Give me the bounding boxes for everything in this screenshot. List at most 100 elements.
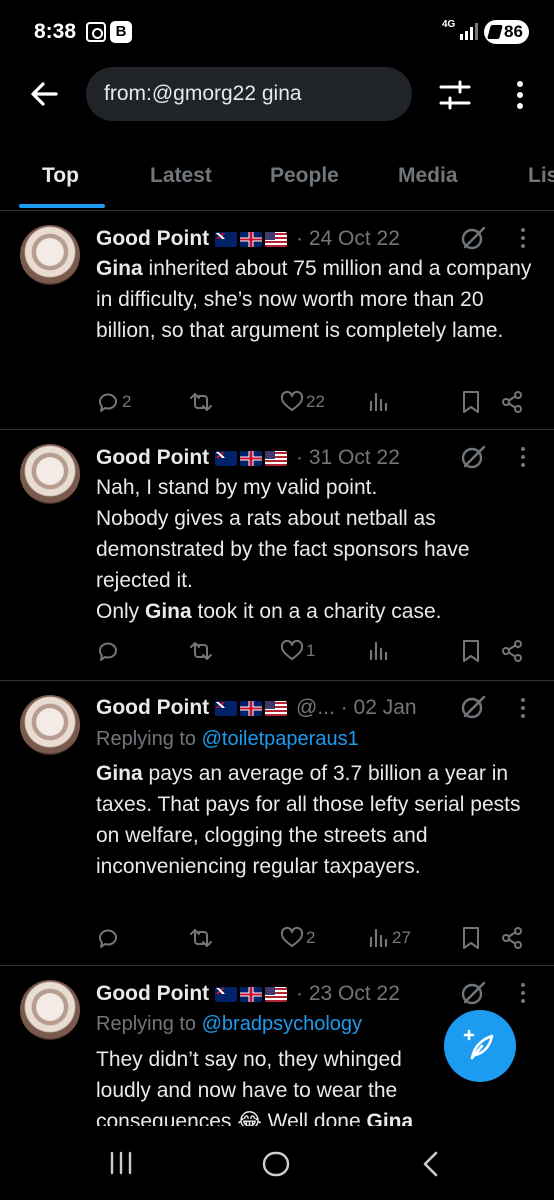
retweet-icon (190, 929, 212, 947)
home-icon[interactable] (262, 1150, 290, 1178)
tweet-header: Good Point @... · 02 Jan (96, 696, 417, 720)
separator-dot: · (296, 446, 303, 469)
replying-label: Replying to (96, 728, 197, 750)
screenshot-icon (86, 22, 106, 42)
tweet[interactable]: Good Point · 31 Oct 22 Nah, I stand by m… (0, 430, 554, 680)
more-icon[interactable] (516, 225, 530, 251)
views-button[interactable] (368, 387, 390, 417)
mention-link[interactable]: @toiletpaperaus1 (202, 728, 359, 750)
flag-emojis (215, 227, 290, 251)
active-tab-indicator (19, 204, 105, 208)
tweet-date[interactable]: 24 Oct 22 (309, 227, 400, 250)
status-time: 8:38 (34, 20, 77, 43)
tab-lists[interactable]: Lis (528, 164, 554, 188)
compose-button[interactable] (444, 1010, 516, 1082)
view-count: 27 (392, 928, 411, 947)
reply-button[interactable] (96, 636, 120, 666)
reply-count: 2 (122, 392, 132, 411)
like-button[interactable]: 2 (280, 923, 315, 953)
avatar[interactable] (20, 695, 80, 755)
back-arrow-icon[interactable] (28, 78, 60, 110)
grok-icon[interactable] (460, 694, 486, 720)
views-button[interactable]: 27 (368, 923, 411, 953)
avatar[interactable] (20, 225, 80, 285)
bookmark-icon[interactable] (460, 390, 482, 414)
grok-icon[interactable] (460, 225, 486, 251)
tweet-actions: 2 22 (0, 387, 554, 417)
tweet-header: Good Point · 24 Oct 22 (96, 227, 400, 251)
tweet[interactable]: Good Point · 24 Oct 22 Gina inherited ab… (0, 211, 554, 429)
more-icon[interactable] (516, 444, 530, 470)
replying-to: Replying to @bradpsychology (96, 1013, 362, 1036)
tweet-text: They didn’t say no, they whinged loudly … (96, 1048, 414, 1126)
grok-icon[interactable] (460, 980, 486, 1006)
replying-to: Replying to @toiletpaperaus1 (96, 728, 359, 751)
author-name[interactable]: Good Point (96, 696, 209, 719)
like-count: 1 (306, 641, 316, 660)
like-icon (280, 639, 304, 660)
avatar[interactable] (20, 980, 80, 1040)
share-icon[interactable] (500, 926, 524, 950)
grok-icon[interactable] (460, 444, 486, 470)
reply-button[interactable]: 2 (96, 387, 131, 417)
flag-emojis (215, 982, 290, 1006)
more-vertical-icon[interactable] (508, 78, 532, 112)
separator-dot: · (296, 982, 303, 1005)
b-app-icon: B (110, 21, 132, 43)
tweet-actions: 1 (0, 636, 554, 666)
author-name[interactable]: Good Point (96, 227, 209, 250)
bookmark-icon[interactable] (460, 639, 482, 663)
tweet-header: Good Point · 31 Oct 22 (96, 446, 400, 470)
tweet-date[interactable]: 23 Oct 22 (309, 982, 400, 1005)
mention-link[interactable]: @bradpsychology (202, 1013, 362, 1035)
tweet-actions: 2 27 (0, 923, 554, 953)
views-button[interactable] (368, 636, 390, 666)
flag-emojis (215, 696, 290, 720)
retweet-icon (190, 642, 212, 660)
share-icon[interactable] (500, 639, 524, 663)
search-input[interactable]: from:@gmorg22 gina (86, 67, 412, 121)
search-tabs: Top Latest People Media Lis (0, 150, 554, 210)
tab-media[interactable]: Media (398, 164, 458, 188)
tab-top[interactable]: Top (42, 164, 79, 188)
status-bar: 8:38 B 4G 86 (0, 0, 554, 66)
tweet-text: Gina pays an average of 3.7 billion a ye… (96, 762, 521, 878)
like-icon (280, 390, 304, 411)
reply-button[interactable] (96, 923, 120, 953)
separator-dot: · (340, 696, 348, 719)
network-type: 4G (442, 19, 456, 30)
avatar[interactable] (20, 444, 80, 504)
tweet-text: Gina inherited about 75 million and a co… (96, 257, 532, 342)
like-button[interactable]: 1 (280, 636, 315, 666)
retweet-icon (190, 393, 212, 411)
more-icon[interactable] (516, 980, 530, 1006)
tweet-header: Good Point · 23 Oct 22 (96, 982, 400, 1006)
views-icon (369, 641, 388, 661)
tab-people[interactable]: People (270, 164, 339, 188)
filter-icon[interactable] (438, 78, 472, 112)
views-icon (369, 392, 388, 412)
like-icon (280, 926, 304, 947)
share-icon[interactable] (500, 390, 524, 414)
author-name[interactable]: Good Point (96, 982, 209, 1005)
battery-indicator: 86 (484, 20, 529, 44)
author-name[interactable]: Good Point (96, 446, 209, 469)
tweet-date[interactable]: 31 Oct 22 (309, 446, 400, 469)
separator-dot: · (296, 227, 303, 250)
back-icon[interactable] (420, 1150, 442, 1178)
bookmark-icon[interactable] (460, 926, 482, 950)
like-count: 22 (306, 392, 325, 411)
retweet-button[interactable] (188, 387, 214, 417)
replying-label: Replying to (96, 1013, 197, 1035)
signal-icon (460, 23, 478, 40)
author-handle[interactable]: @... (296, 696, 335, 719)
retweet-button[interactable] (188, 923, 214, 953)
tweet[interactable]: Good Point @... · 02 Jan Replying to @to… (0, 681, 554, 965)
reply-icon (98, 393, 117, 412)
like-button[interactable]: 22 (280, 387, 325, 417)
recents-icon[interactable] (108, 1150, 134, 1176)
tab-latest[interactable]: Latest (150, 164, 212, 188)
retweet-button[interactable] (188, 636, 214, 666)
tweet-date[interactable]: 02 Jan (354, 696, 417, 719)
more-icon[interactable] (516, 695, 530, 721)
